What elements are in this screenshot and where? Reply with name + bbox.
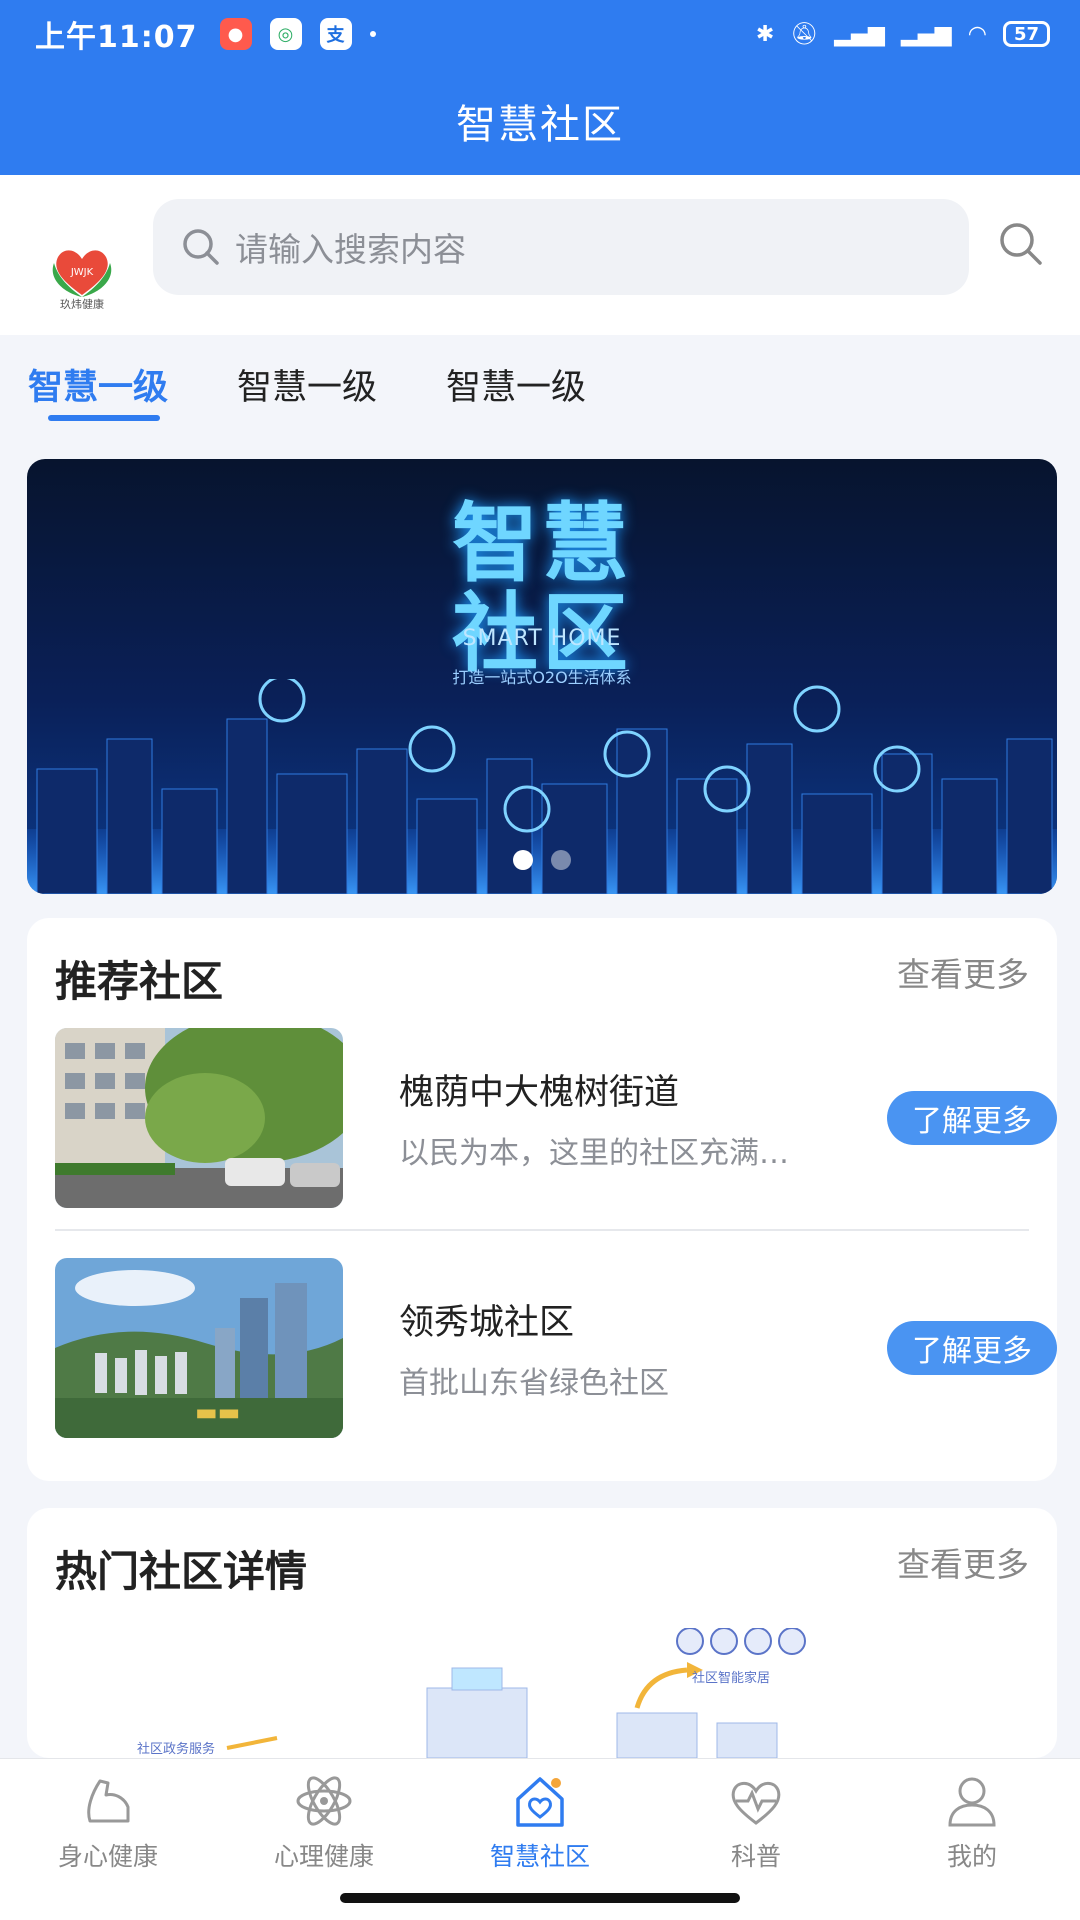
search-header: JWJK 玖炜健康 请输入搜索内容	[0, 175, 1080, 335]
nav-label: 科普	[730, 1842, 781, 1871]
heartbeat-icon	[731, 1781, 781, 1825]
banner-title-line1: 智慧	[452, 494, 632, 594]
banner-carousel[interactable]: 智慧 社区 SMART HOME 打造一站式O2O生活体系	[27, 459, 1057, 894]
nav-label: 智慧社区	[489, 1842, 590, 1871]
home-heart-icon	[516, 1777, 564, 1827]
smart-home-label: 社区智能家居	[692, 1670, 770, 1686]
battery-level: 57	[1013, 23, 1039, 45]
notification-icons: ● ◎ 支	[219, 18, 376, 50]
recommended-more-link[interactable]: 查看更多	[897, 948, 1029, 996]
home-indicator[interactable]	[340, 1893, 740, 1903]
logo-text: 玖炜健康	[60, 297, 104, 309]
tab-indicator	[48, 415, 160, 421]
divider	[55, 1229, 1029, 1231]
app-logo: JWJK 玖炜健康	[44, 233, 120, 311]
nav-item-me[interactable]: 我的	[864, 1773, 1080, 1883]
signal-hd-icon: ▂▄▆	[900, 21, 952, 47]
community-thumbnail-city: ▬▬	[55, 1258, 343, 1438]
nav-item-mental-health[interactable]: 心理健康	[216, 1773, 432, 1883]
banner-title: 智慧 社区	[27, 499, 1057, 680]
search-icon	[183, 229, 219, 265]
arm-icon	[87, 1779, 130, 1823]
bluetooth-icon: ✱	[755, 21, 775, 47]
learn-more-button[interactable]: 了解更多	[887, 1321, 1057, 1375]
category-tabs: 智慧一级 智慧一级 智慧一级	[0, 335, 1080, 425]
community-item[interactable]: 槐荫中大槐树街道 以民为本，这里的社区充满… 了解更多	[55, 1028, 1057, 1208]
recommended-title: 推荐社区	[55, 957, 224, 1006]
top-bar: 上午11:07 ● ◎ 支 ✱ 🔕︎ ▂▄▆ ▂▄▆ ◠ 57 智慧社区	[0, 0, 1080, 175]
user-icon	[948, 1777, 996, 1827]
nav-item-smart-community[interactable]: 智慧社区	[432, 1773, 648, 1883]
community-name: 槐荫中大槐树街道	[399, 1073, 680, 1113]
page-title: 智慧社区	[456, 102, 624, 148]
mute-icon: 🔕︎	[790, 21, 819, 47]
status-right: ✱ 🔕︎ ▂▄▆ ▂▄▆ ◠ 57	[756, 21, 1050, 47]
search-input[interactable]: 请输入搜索内容	[153, 199, 969, 295]
hot-title: 热门社区详情	[55, 1547, 308, 1596]
nav-label: 心理健康	[273, 1842, 374, 1871]
tab-1[interactable]: 智慧一级	[28, 359, 168, 410]
battery-icon: 57	[1002, 21, 1050, 47]
learn-more-button[interactable]: 了解更多	[887, 1091, 1057, 1145]
status-bar: 上午11:07 ● ◎ 支 ✱ 🔕︎ ▂▄▆ ▂▄▆ ◠ 57	[0, 0, 1080, 68]
recommended-section: 推荐社区 查看更多 槐荫中大槐树街道 以民为本，这里的社区充满… 了解更多 ▬▬…	[27, 918, 1057, 1481]
search-placeholder: 请输入搜索内容	[235, 230, 466, 269]
svg-text:JWJK: JWJK	[70, 267, 94, 278]
community-thumbnail-street	[55, 1028, 343, 1208]
hot-illustration: 社区智能家居 社区政务服务	[137, 1628, 806, 1758]
status-time: 上午11:07	[35, 20, 198, 55]
tab-3[interactable]: 智慧一级	[446, 359, 586, 410]
gov-service-label: 社区政务服务	[137, 1741, 215, 1757]
nav-label: 我的	[946, 1842, 997, 1871]
community-desc: 以民为本，这里的社区充满…	[399, 1136, 789, 1171]
hot-more-link[interactable]: 查看更多	[897, 1538, 1029, 1586]
atom-icon	[296, 1776, 352, 1826]
pager-dot-2[interactable]	[551, 850, 571, 870]
community-desc: 首批山东省绿色社区	[399, 1366, 669, 1401]
community-name: 领秀城社区	[399, 1303, 575, 1343]
wifi-icon: ◠	[967, 21, 987, 47]
nav-item-body-health[interactable]: 身心健康	[0, 1773, 216, 1883]
nav-item-science[interactable]: 科普	[648, 1773, 864, 1883]
signal-icon: ▂▄▆	[834, 21, 885, 47]
mobile-icon: ◎	[269, 18, 302, 50]
nav-label: 身心健康	[57, 1842, 158, 1871]
hot-section: 热门社区详情 查看更多 社区智能家居 社区政务服务	[27, 1508, 1057, 1758]
banner-pager	[27, 850, 1057, 870]
pager-dot-1[interactable]	[513, 850, 533, 870]
search-icon	[1000, 223, 1042, 265]
banner-subtitle: SMART HOME	[462, 626, 622, 651]
search-button[interactable]	[996, 219, 1046, 269]
pay-icon: 支	[319, 18, 352, 50]
more-dot-icon	[369, 31, 376, 37]
svg-text:▬▬: ▬▬	[195, 1398, 240, 1426]
tab-2[interactable]: 智慧一级	[237, 359, 377, 410]
app-icon: ●	[219, 18, 252, 50]
community-item[interactable]: ▬▬ 领秀城社区 首批山东省绿色社区 了解更多	[55, 1258, 1057, 1438]
